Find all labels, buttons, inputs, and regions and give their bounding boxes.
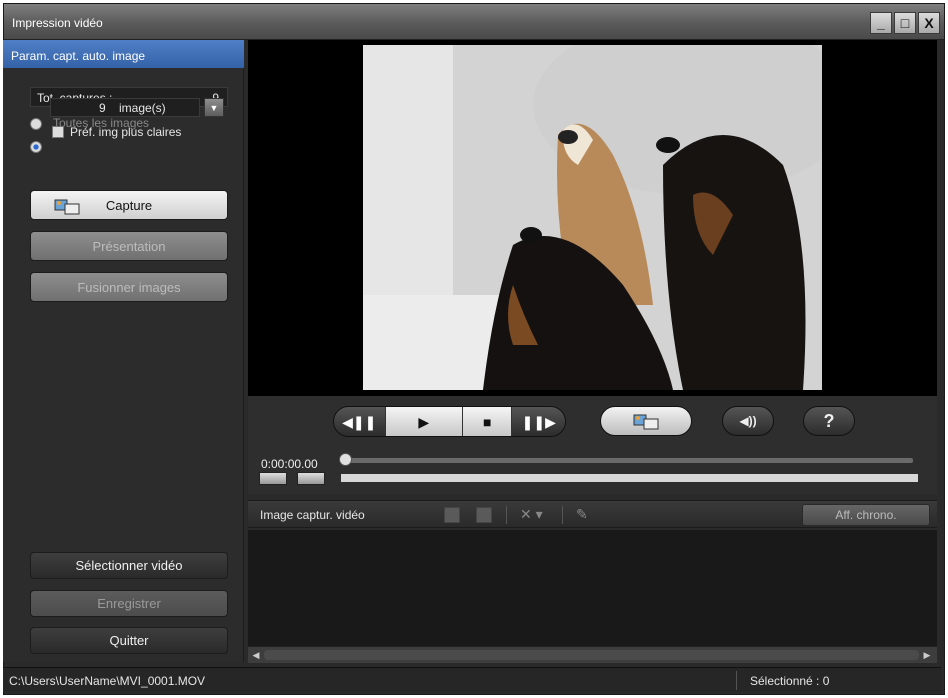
captured-images-area	[248, 530, 937, 646]
title-bar: Impression vidéo _ □ X	[4, 4, 944, 40]
pen-icon[interactable]: ✎	[576, 506, 588, 523]
image-count-select[interactable]: 9 image(s)	[50, 98, 200, 117]
capture-range-bar[interactable]	[341, 474, 918, 482]
rewind-frame-icon[interactable]: ◀❚❚	[334, 407, 386, 436]
transport-group: ◀❚❚ ▶ ■ ❚❚▶	[333, 406, 566, 437]
help-icon[interactable]: ?	[803, 406, 855, 436]
scroll-left-icon[interactable]: ◀	[250, 649, 262, 661]
merge-images-button[interactable]: Fusionner images	[30, 272, 228, 302]
image-count-radio[interactable]	[30, 141, 42, 153]
selected-count: Sélectionné : 0	[750, 674, 830, 688]
stop-icon[interactable]: ■	[462, 407, 513, 436]
save-button[interactable]: Enregistrer	[30, 590, 228, 617]
dogs-photo	[363, 45, 822, 390]
window-title: Impression vidéo	[12, 16, 103, 30]
volume-icon[interactable]: ◀))	[722, 406, 774, 436]
single-view-icon[interactable]	[476, 507, 492, 523]
scroll-thumb[interactable]	[264, 650, 919, 660]
time-display: 0:00:00.00	[261, 457, 318, 471]
capture-label: Capture	[105, 197, 153, 213]
mark-out-button[interactable]	[297, 472, 325, 485]
prefer-bright-label: Préf. img plus claires	[70, 125, 182, 139]
auto-capture-panel: Param. capt. auto. image Tot. captures :…	[3, 40, 244, 662]
forward-frame-icon[interactable]: ❚❚▶	[512, 407, 565, 436]
all-images-radio[interactable]	[30, 118, 42, 130]
play-icon[interactable]: ▶	[385, 407, 463, 436]
image-count-value: 9	[99, 101, 106, 115]
close-button[interactable]: X	[918, 12, 940, 34]
maximize-button[interactable]: □	[894, 12, 916, 34]
capture-button[interactable]: Capture	[30, 190, 228, 220]
grid-view-icon[interactable]	[444, 507, 460, 523]
window-controls: _ □ X	[870, 12, 940, 34]
slideshow-button[interactable]: Présentation	[30, 231, 228, 261]
captured-images-label: Image captur. vidéo	[260, 508, 365, 522]
video-frame-image	[363, 45, 822, 390]
delete-icon[interactable]: ✕ ▾	[520, 506, 543, 523]
select-video-button[interactable]: Sélectionner vidéo	[30, 552, 228, 579]
image-unit-value: image(s)	[119, 101, 166, 115]
status-bar: C:\Users\UserName\MVI_0001.MOV Sélection…	[3, 667, 941, 692]
captured-images-toolbar: Image captur. vidéo ✕ ▾ ✎ Aff. chrono.	[248, 500, 937, 528]
panel-header: Param. capt. auto. image	[3, 40, 244, 68]
quit-button[interactable]: Quitter	[30, 627, 228, 654]
seek-knob[interactable]	[339, 453, 352, 466]
chevron-down-icon[interactable]: ▼	[204, 98, 224, 117]
mark-in-button[interactable]	[259, 472, 287, 485]
show-timeline-button[interactable]: Aff. chrono.	[802, 504, 930, 526]
scroll-right-icon[interactable]: ▶	[921, 649, 933, 661]
capture-frame-button[interactable]	[600, 406, 692, 436]
file-path: C:\Users\UserName\MVI_0001.MOV	[9, 674, 206, 688]
seek-track[interactable]	[345, 458, 913, 463]
minimize-button[interactable]: _	[870, 12, 892, 34]
prefer-bright-checkbox[interactable]	[52, 126, 64, 138]
capture-icon	[633, 414, 659, 430]
horizontal-scrollbar[interactable]: ◀ ▶	[248, 646, 937, 663]
capture-icon	[54, 199, 80, 215]
